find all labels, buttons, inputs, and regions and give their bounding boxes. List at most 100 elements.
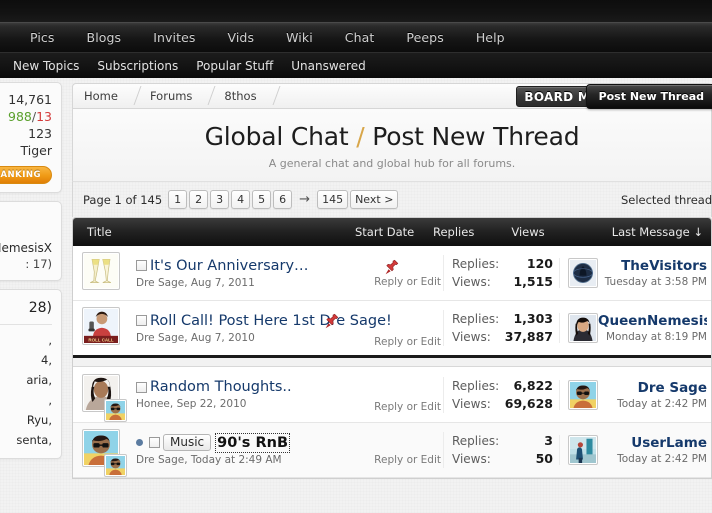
breadcrumb-item-home[interactable]: Home [73,89,128,103]
column-header-title[interactable]: Title [87,225,355,239]
champagne-glasses-avatar-icon [82,252,120,290]
breadcrumb-separator-icon [202,83,213,109]
last-poster-avatar[interactable] [568,258,598,288]
pin-icon [385,259,399,275]
breadcrumb-item-forums[interactable]: Forums [139,89,202,103]
left-sidebar: 14,761 988/13 123 Tiger RANKING nNemesis… [0,78,68,513]
thread-avatar[interactable] [82,429,128,477]
thread-prefix-tag[interactable]: Music [163,434,212,451]
sidebar-online-name-5[interactable]: Ryu, [0,410,52,430]
thread-info: Random Thoughts.. Honee, Sep 22, 2010 Re… [128,379,443,413]
subnav-item-popular-stuff[interactable]: Popular Stuff [187,59,282,73]
sidebar-online-name-4[interactable]: , [0,390,52,410]
sidebar-stat-messages: 14,761 [8,92,52,107]
last-poster-name[interactable]: QueenNemesisX [598,313,707,329]
sidebar-online-name-1[interactable]: , [0,330,52,350]
last-poster-name[interactable]: TheVisitors [598,258,707,274]
sidebar-stat-name: Tiger [20,143,53,158]
nav-item-wiki[interactable]: Wiki [270,30,329,45]
breadcrumb: Home Forums 8thos BOARD MENU Post New Th… [72,83,712,109]
nav-item-peeps[interactable]: Peeps [390,30,459,45]
page-button-5[interactable]: 5 [252,190,272,209]
thread-title-link[interactable]: It's Our Anniversary… [150,258,309,274]
thread-avatar[interactable] [82,252,128,294]
nav-item-invites[interactable]: Invites [137,30,211,45]
table-row[interactable]: ROLL CALL Roll Call! Post Here 1st Dre S… [73,301,711,358]
thread-checkbox[interactable] [149,437,160,448]
subnav-item-unanswered[interactable]: Unanswered [282,59,374,73]
post-new-thread-label: Post New Thread [598,90,704,103]
last-poster-avatar[interactable] [568,379,598,410]
nav-item-chat[interactable]: Chat [329,30,391,45]
column-header-views[interactable]: Views [489,225,567,239]
selected-threads-label: Selected threads: 0 [620,192,712,207]
last-poster-avatar[interactable] [568,313,598,343]
sidebar-user-name[interactable]: nNemesisX [0,240,52,256]
secondary-avatar-icon [104,398,127,422]
views-label: Views: [452,330,491,344]
column-header-replies[interactable]: Replies [433,225,489,239]
reply-or-edit-link[interactable]: Reply or Edit [374,336,441,348]
last-poster-name[interactable]: Dre Sage [598,380,707,396]
sidebar-online-name-2[interactable]: 4, [0,350,52,370]
thread-list-header: Title Start Date Replies Views Last Mess… [73,218,711,246]
sidebar-online-name-3[interactable]: aria, [0,370,52,390]
last-message-time: Monday at 8:19 PM [606,331,707,343]
thread-counts: Replies: 3 Views: 50 [443,432,559,468]
replies-label: Replies: [452,312,500,326]
post-new-thread-button[interactable]: Post New Thread [585,84,712,109]
thread-avatar[interactable] [82,373,128,422]
forum-description: A general chat and global hub for all fo… [268,157,516,170]
sidebar-online-name-6[interactable]: senta, [0,430,52,450]
thread-title-link[interactable]: Roll Call! Post Here 1st Dre Sage! [150,313,392,329]
page-button-6[interactable]: 6 [273,190,293,209]
page-button-3[interactable]: 3 [210,190,230,209]
last-poster-avatar[interactable] [568,435,598,465]
sidebar-stat-likes: 988/13 [0,108,52,125]
nav-item-help[interactable]: Help [460,30,521,45]
thread-checkbox[interactable] [136,260,147,271]
pagination-bar: Page 1 of 145 1 2 3 4 5 6 → 145 Next > S… [72,182,712,217]
views-label: Views: [452,396,491,411]
replies-value: 1,303 [513,311,553,326]
nav-item-vids[interactable]: Vids [211,30,270,45]
thread-avatar[interactable]: ROLL CALL [82,307,128,349]
primary-navigation: Pics Blogs Invites Vids Wiki Chat Peeps … [0,22,712,52]
thread-info: Music 90's RnB Dre Sage, Today at 2:49 A… [128,432,443,466]
thread-title-link[interactable]: 90's RnB [215,432,290,453]
nav-item-blogs[interactable]: Blogs [71,30,138,45]
page-button-4[interactable]: 4 [231,190,251,209]
page-button-last[interactable]: 145 [317,190,349,209]
table-row[interactable]: Music 90's RnB Dre Sage, Today at 2:49 A… [73,423,711,478]
reply-or-edit-link[interactable]: Reply or Edit [374,276,441,288]
thread-counts: Replies: 1,303 Views: 37,887 [443,310,559,346]
column-header-last-message[interactable]: Last Message ↓ [567,225,711,239]
table-row[interactable]: Random Thoughts.. Honee, Sep 22, 2010 Re… [73,367,711,423]
page-counter-label: Page 1 of 145 [83,192,163,207]
reply-or-edit-link[interactable]: Reply or Edit [374,401,441,413]
nav-item-pics[interactable]: Pics [14,30,71,45]
last-poster-name[interactable]: UserLame [598,435,707,451]
sidebar-online-box: 28) , 4, aria, , Ryu, senta, [0,289,62,459]
reply-or-edit-link[interactable]: Reply or Edit [374,454,441,466]
thread-checkbox[interactable] [136,381,147,393]
thread-title-link[interactable]: Random Thoughts.. [150,379,292,395]
last-message-time: Today at 2:42 PM [617,397,707,410]
page-button-2[interactable]: 2 [189,190,209,209]
sidebar-user-count: : 17) [25,257,52,271]
thread-info: It's Our Anniversary… Dre Sage, Aug 7, 2… [128,258,443,289]
page-button-1[interactable]: 1 [168,190,188,209]
breadcrumb-item-8thos[interactable]: 8thos [213,89,266,103]
subnav-item-new-topics[interactable]: New Topics [4,59,88,73]
pin-icon [325,313,339,329]
page-title-left: Global Chat [204,122,349,151]
column-header-start-date[interactable]: Start Date [355,225,433,239]
table-row[interactable]: It's Our Anniversary… Dre Sage, Aug 7, 2… [73,246,711,301]
sidebar-stat-number: 123 [28,126,52,141]
page-button-next[interactable]: Next > [350,190,399,209]
thread-checkbox[interactable] [136,315,147,326]
sidebar-user-box: nNemesisX : 17) [0,201,62,281]
forum-header: Global Chat / Post New Thread A general … [72,109,712,182]
sidebar-ranking-button[interactable]: RANKING [0,166,52,184]
subnav-item-subscriptions[interactable]: Subscriptions [88,59,187,73]
